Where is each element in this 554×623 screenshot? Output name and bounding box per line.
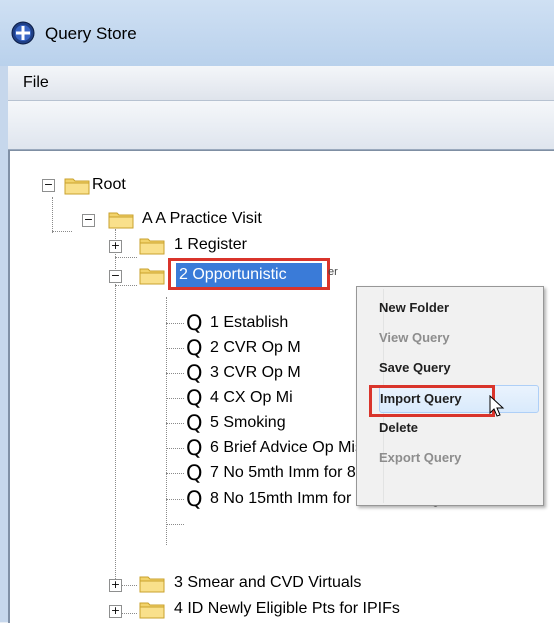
menu-item-delete[interactable]: Delete	[379, 415, 539, 441]
tree-node-label: 1 Establish	[210, 314, 289, 331]
query-icon: Q	[186, 311, 203, 335]
tree-node-smear[interactable]: + 3 Smear and CVD Virtuals	[10, 571, 370, 597]
query-icon: Q	[186, 386, 203, 410]
menu-item-new-folder[interactable]: New Folder	[379, 295, 539, 321]
tree-node-label: 4 ID Newly Eligible Pts for IPIFs	[174, 600, 400, 617]
tree-node-query-6[interactable]: Q 6 Brief Advice Op Missed	[10, 436, 389, 462]
menu-item-save-query[interactable]: Save Query	[379, 355, 539, 381]
collapse-icon[interactable]: −	[109, 270, 122, 283]
tree-node-label: 5 Smoking	[210, 414, 286, 431]
query-icon: Q	[186, 461, 203, 485]
tree-node-label: 3 Smear and CVD Virtuals	[174, 574, 362, 591]
tree-node-newly-eligible[interactable]: + 4 ID Newly Eligible Pts for IPIFs	[10, 597, 400, 623]
query-icon: Q	[186, 487, 203, 511]
tree-node-query-4[interactable]: Q 4 CX Op Mi	[10, 386, 370, 412]
highlight-box-opportunistic	[168, 258, 330, 290]
tree-node-label: 3 CVR Op M	[210, 364, 301, 381]
highlight-box-import-query	[369, 385, 495, 417]
expand-icon[interactable]: +	[109, 605, 122, 618]
folder-icon	[139, 576, 165, 593]
query-icon: Q	[186, 361, 203, 385]
tree-node-practice-visit[interactable]: − A A Practice Visit	[10, 201, 310, 229]
tooltip-fragment: er	[328, 266, 338, 278]
tree-node-query-5[interactable]: Q 5 Smoking	[10, 411, 370, 437]
folder-icon	[139, 238, 165, 255]
tree-node-label: 2 CVR Op M	[210, 339, 301, 356]
toolbar	[8, 101, 554, 150]
folder-icon	[139, 602, 165, 619]
collapse-icon[interactable]: −	[82, 214, 95, 227]
tree-connector	[52, 231, 72, 232]
window-titlebar: Query Store	[0, 0, 554, 66]
folder-icon	[139, 268, 165, 285]
collapse-icon[interactable]: −	[42, 179, 55, 192]
menu-bar: File	[8, 66, 554, 101]
tree-node-query-7[interactable]: Q 7 No 5mth Imm for 8 Mth Target	[10, 461, 436, 487]
query-icon: Q	[186, 336, 203, 360]
tree-node-query-3[interactable]: Q 3 CVR Op M	[10, 361, 370, 387]
query-store-icon	[11, 21, 35, 45]
tree-node-query-1[interactable]: Q 1 Establish	[10, 311, 370, 337]
window-frame	[0, 66, 8, 622]
tree-node-label: 1 Register	[174, 236, 247, 253]
expand-icon[interactable]: +	[109, 579, 122, 592]
tree-connector	[166, 524, 184, 525]
query-icon: Q	[186, 436, 203, 460]
tree-node-query-8[interactable]: Q 8 No 15mth Imm for 24 Mth Target	[10, 487, 453, 513]
tree-node-label: 4 CX Op Mi	[210, 389, 293, 406]
window-title: Query Store	[45, 24, 137, 43]
tree-node-root[interactable]: − Root	[10, 173, 210, 199]
tree-node-query-2[interactable]: Q 2 CVR Op M	[10, 336, 370, 362]
expand-icon[interactable]: +	[109, 240, 122, 253]
tree-node-register[interactable]: + 1 Register	[10, 233, 310, 259]
folder-icon	[64, 178, 90, 195]
tree-node-label: Root	[92, 176, 126, 193]
context-menu: New Folder View Query Save Query Import …	[356, 286, 544, 506]
menu-item-export-query: Export Query	[379, 450, 462, 465]
menu-file[interactable]: File	[23, 74, 49, 92]
mouse-pointer-icon	[489, 395, 505, 417]
menu-item-view-query: View Query	[379, 330, 450, 345]
folder-icon	[108, 212, 134, 229]
query-icon: Q	[186, 411, 203, 435]
tree-node-label: A A Practice Visit	[142, 210, 262, 227]
